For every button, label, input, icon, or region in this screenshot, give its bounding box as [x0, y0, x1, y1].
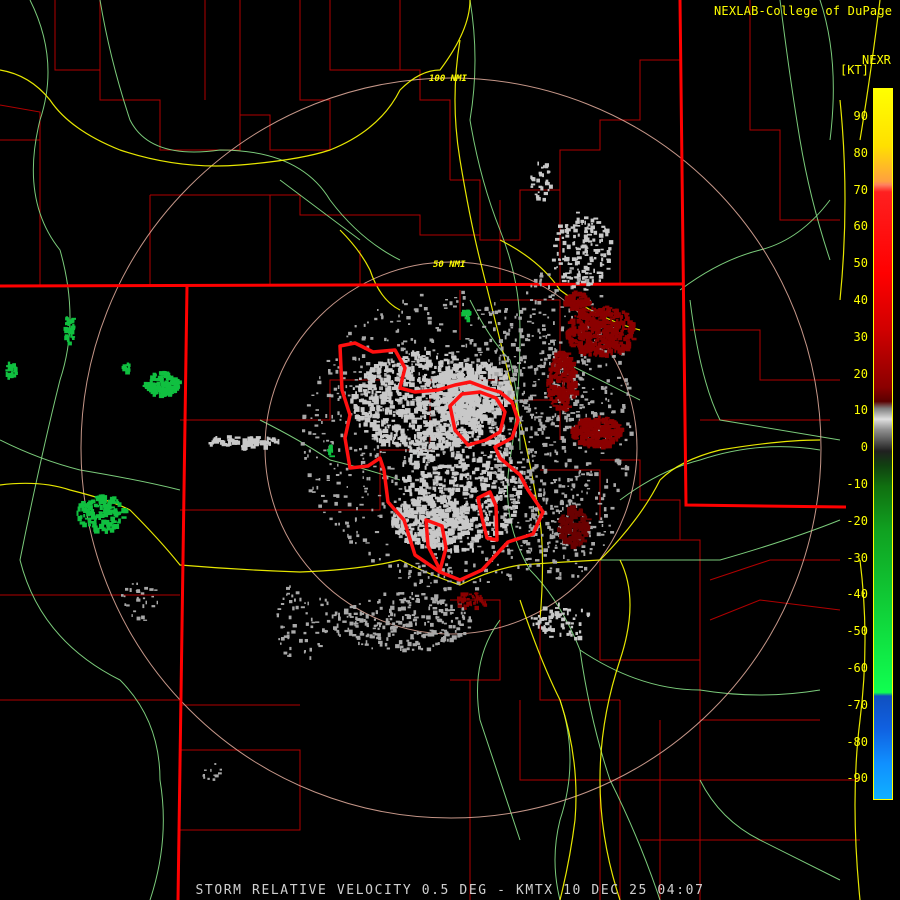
- product-caption: STORM RELATIVE VELOCITY 0.5 DEG - KMTX 1…: [195, 883, 705, 898]
- scale-label: 80: [853, 145, 868, 160]
- ring-label-100nmi: 100 NMI: [429, 74, 467, 84]
- radar-map[interactable]: [0, 0, 900, 900]
- scale-label: 0: [860, 440, 868, 455]
- nexlab-credit[interactable]: NEXLAB-College of DuPage ↗: [714, 4, 900, 18]
- scale-label: 90: [853, 109, 868, 123]
- scale-label: -80: [846, 734, 868, 749]
- scale-label: 60: [853, 219, 868, 234]
- credit-text: NEXLAB-College of DuPage: [714, 4, 893, 18]
- scale-label: 50: [853, 256, 868, 271]
- scale-label: -20: [846, 513, 868, 528]
- velocity-colorbar: [873, 88, 893, 800]
- velocity-units: [KT]: [840, 63, 869, 77]
- highways: [0, 0, 881, 900]
- scale-label: 40: [853, 293, 868, 307]
- scale-label: -40: [846, 587, 868, 602]
- scale-label: -30: [846, 550, 868, 565]
- scale-label: 70: [853, 182, 868, 197]
- scale-label: -50: [846, 624, 868, 639]
- scale-label: 30: [853, 329, 868, 344]
- scale-label: 20: [853, 366, 868, 381]
- scale-label: -90: [846, 771, 868, 786]
- scale-label: 10: [853, 403, 868, 418]
- scale-label: -60: [846, 661, 868, 675]
- velocity-returns: [5, 161, 637, 781]
- scale-label: -10: [846, 477, 868, 491]
- scale-label: -70: [846, 697, 868, 712]
- ring-label-50nmi: 50 NMI: [433, 260, 466, 270]
